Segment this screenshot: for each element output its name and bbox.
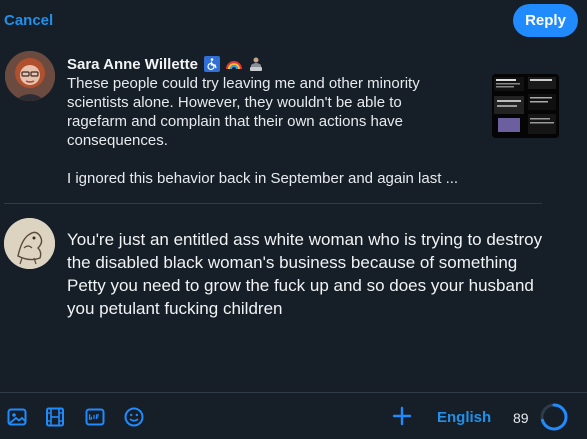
user-avatar [4,218,55,269]
video-icon[interactable] [45,407,65,427]
reply-text-input[interactable]: You're just an entitled ass white woman … [67,228,547,320]
add-thread-icon[interactable] [391,405,413,427]
cancel-button[interactable]: Cancel [4,12,53,29]
quoted-post: Sara Anne Willette These people could tr… [0,48,587,198]
language-selector[interactable]: English [437,409,491,426]
author-row: Sara Anne Willette [67,54,264,74]
reply-button[interactable]: Reply [513,4,578,37]
composer-toolbar: English 89 [0,392,587,439]
image-icon[interactable] [7,407,27,427]
wheelchair-icon [204,56,221,72]
technologist-icon [248,56,264,72]
emoji-icon[interactable] [124,407,144,427]
author-avatar [5,51,55,101]
character-counter: 89 [513,410,529,426]
gif-icon[interactable] [85,407,105,427]
quoted-post-text: These people could try leaving me and ot… [67,75,459,187]
divider [4,203,542,204]
character-limit-ring [539,402,569,432]
author-name: Sara Anne Willette [67,55,199,73]
composer-header: Cancel Reply [0,0,587,40]
post-image-thumbnail[interactable] [492,74,559,138]
rainbow-icon [226,56,243,72]
